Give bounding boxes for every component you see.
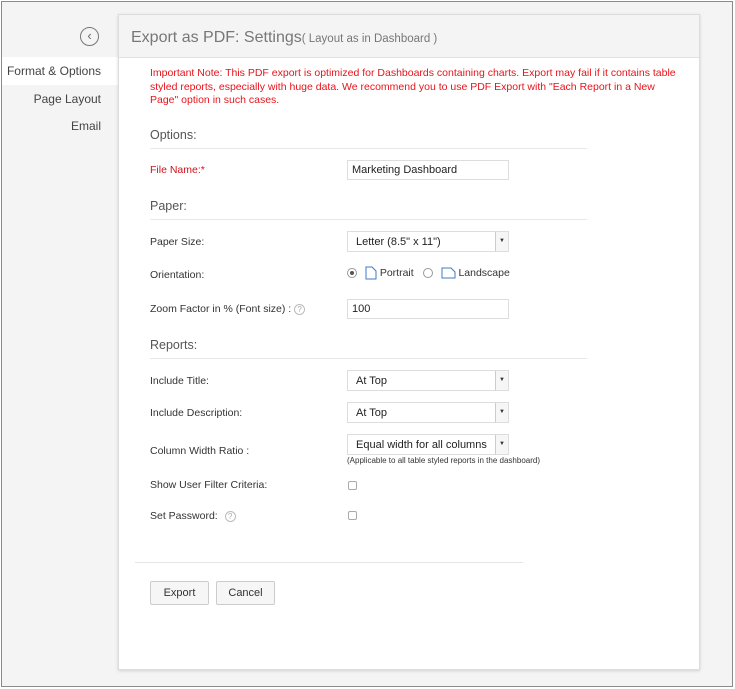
landscape-page-icon: [441, 267, 456, 279]
chevron-down-icon: ▼: [495, 435, 508, 454]
include-title-select[interactable]: At Top ▼: [347, 370, 509, 391]
options-heading: Options:: [150, 128, 587, 149]
cancel-button[interactable]: Cancel: [216, 581, 275, 605]
divider: [135, 562, 523, 563]
sidebar-item-format-options[interactable]: Format & Options: [2, 57, 118, 85]
set-password-label: Set Password: ?: [150, 510, 236, 522]
important-note: Important Note: This PDF export is optim…: [150, 67, 676, 106]
help-icon[interactable]: ?: [294, 303, 306, 315]
include-title-label: Include Title:: [150, 375, 209, 387]
orientation-group: Portrait Landscape: [347, 266, 510, 280]
chevron-down-icon: ▼: [495, 232, 508, 251]
back-icon[interactable]: ‹: [80, 27, 99, 46]
chevron-down-icon: ▼: [495, 403, 508, 422]
include-description-select[interactable]: At Top ▼: [347, 402, 509, 423]
sidebar-item-email[interactable]: Email: [2, 112, 118, 140]
export-window: ‹ Format & Options Page Layout Email Exp…: [1, 1, 733, 687]
panel-header: Export as PDF: Settings( Layout as in Da…: [119, 15, 699, 58]
sidebar-item-page-layout[interactable]: Page Layout: [2, 85, 118, 113]
reports-heading: Reports:: [150, 338, 587, 359]
file-name-label: File Name:*: [150, 164, 205, 176]
help-icon[interactable]: ?: [224, 510, 236, 522]
show-filter-checkbox[interactable]: [348, 481, 357, 490]
page-subtitle: ( Layout as in Dashboard ): [301, 33, 438, 45]
landscape-label: Landscape: [458, 266, 510, 279]
paper-size-select[interactable]: Letter (8.5" x 11") ▼: [347, 231, 509, 252]
set-password-checkbox[interactable]: [348, 511, 357, 520]
chevron-down-icon: ▼: [495, 371, 508, 390]
portrait-label: Portrait: [379, 266, 414, 279]
export-button[interactable]: Export: [150, 581, 209, 605]
file-name-input[interactable]: Marketing Dashboard: [347, 160, 509, 180]
zoom-factor-input[interactable]: 100: [347, 299, 509, 319]
landscape-radio[interactable]: [422, 268, 433, 278]
portrait-radio[interactable]: [347, 268, 357, 278]
zoom-factor-label: Zoom Factor in % (Font size) : ?: [150, 303, 306, 315]
settings-panel: Export as PDF: Settings( Layout as in Da…: [118, 14, 700, 670]
orientation-label: Orientation:: [150, 269, 205, 281]
portrait-page-icon: [365, 266, 377, 280]
column-width-note: (Applicable to all table styled reports …: [347, 456, 540, 465]
show-filter-label: Show User Filter Criteria:: [150, 479, 268, 491]
paper-heading: Paper:: [150, 199, 587, 220]
column-width-select[interactable]: Equal width for all columns ▼: [347, 434, 509, 455]
column-width-label: Column Width Ratio :: [150, 445, 250, 457]
page-title: Export as PDF: Settings: [131, 29, 302, 46]
include-description-label: Include Description:: [150, 407, 243, 419]
paper-size-label: Paper Size:: [150, 236, 205, 248]
